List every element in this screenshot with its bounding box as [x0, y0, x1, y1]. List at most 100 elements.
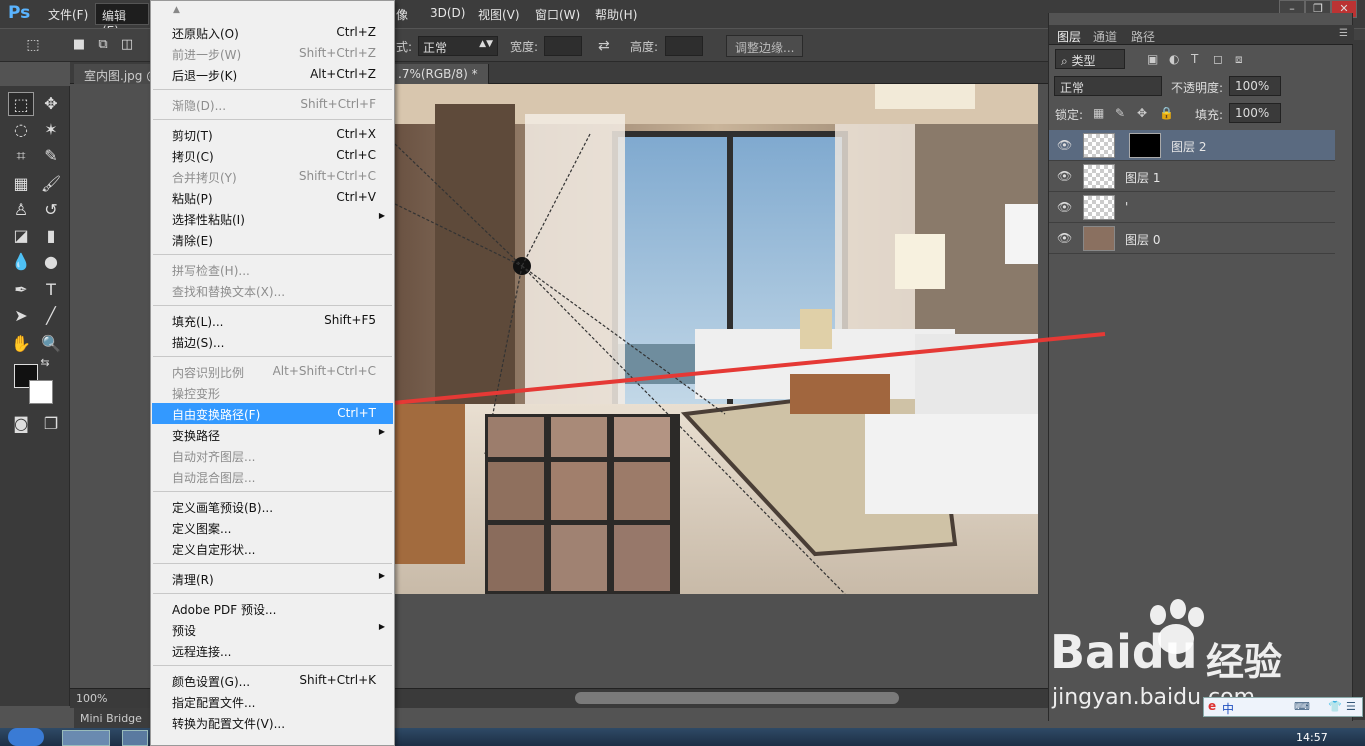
swap-colors-icon[interactable]: ⇆ — [38, 356, 52, 370]
filter-type-icon[interactable]: T — [1191, 52, 1198, 66]
panel-menu-icon[interactable]: ☰ — [1339, 28, 1348, 39]
menu-item[interactable]: 定义图案... — [152, 517, 393, 538]
lasso-tool-icon[interactable]: ◌ — [8, 118, 34, 142]
opacity-field[interactable]: 100% — [1229, 76, 1281, 96]
fill-field[interactable]: 100% — [1229, 103, 1281, 123]
ime-keyboard-icon[interactable]: ⌨ — [1294, 700, 1310, 713]
refine-edge-button[interactable]: 调整边缘... — [726, 35, 804, 57]
hand-tool-icon[interactable]: ✋ — [8, 332, 34, 356]
visibility-eye-icon[interactable]: 👁 — [1057, 169, 1072, 183]
tab-channels[interactable]: 通道 — [1093, 28, 1117, 45]
taskbar-explorer-icon[interactable] — [62, 730, 110, 746]
scroll-up-icon[interactable]: ▲ — [173, 5, 180, 15]
menu-edit[interactable]: 编辑(E) — [95, 3, 149, 38]
clone-stamp-icon[interactable]: ♙ — [8, 198, 34, 222]
layer-row[interactable]: 👁 图层 0 — [1049, 223, 1335, 254]
height-field[interactable] — [665, 36, 703, 56]
menu-file[interactable]: 文件(F) — [48, 6, 88, 23]
move-tool-icon[interactable]: ✥ — [38, 92, 64, 116]
filter-shape-icon[interactable]: ◻ — [1213, 52, 1223, 66]
menu-item[interactable]: 定义画笔预设(B)... — [152, 496, 393, 517]
visibility-eye-icon[interactable]: 👁 — [1057, 138, 1072, 152]
magic-wand-icon[interactable]: ✶ — [38, 118, 64, 142]
menu-item[interactable]: 选择性粘贴(I) ▶ — [152, 208, 393, 229]
visibility-eye-icon[interactable]: 👁 — [1057, 231, 1072, 245]
menu-item[interactable]: 清除(E) — [152, 229, 393, 250]
marquee-preset-icon[interactable]: ⬚ — [20, 33, 46, 57]
taskbar-browser-icon[interactable] — [122, 730, 148, 746]
menu-item[interactable]: 指定配置文件... — [152, 691, 393, 712]
ime-logo-icon[interactable]: e — [1208, 699, 1216, 713]
zoom-tool-icon[interactable]: 🔍 — [38, 332, 64, 356]
menu-item[interactable]: 后退一步(K) Alt+Ctrl+Z — [152, 64, 393, 85]
menu-item[interactable]: Adobe PDF 预设... — [152, 598, 393, 619]
menu-help[interactable]: 帮助(H) — [595, 6, 637, 23]
brush-tool-icon[interactable]: 🖌 — [38, 172, 64, 196]
blur-tool-icon[interactable]: 💧 — [8, 250, 34, 274]
ime-menu-icon[interactable]: ☰ — [1346, 700, 1356, 713]
zoom-level[interactable]: 100% — [76, 692, 107, 705]
menu-window[interactable]: 窗口(W) — [535, 6, 580, 23]
menu-item[interactable]: 预设 ▶ — [152, 619, 393, 640]
style-select[interactable]: 正常 ▲▼ — [418, 36, 498, 56]
lock-all-icon[interactable]: 🔒 — [1159, 106, 1174, 120]
menu-item[interactable]: 转换为配置文件(V)... — [152, 712, 393, 733]
eraser-tool-icon[interactable]: ◪ — [8, 224, 34, 248]
tab-layers[interactable]: 图层 — [1057, 28, 1081, 45]
menu-item[interactable]: 填充(L)... Shift+F5 — [152, 310, 393, 331]
mini-bridge-tab[interactable]: Mini Bridge — [74, 708, 150, 728]
menu-3d[interactable]: 3D(D) — [430, 6, 465, 20]
marquee-tool-icon[interactable]: ⬚ — [8, 92, 34, 116]
quick-mask-icon[interactable]: ◙ — [8, 412, 34, 436]
new-selection-icon[interactable]: ■ — [66, 33, 92, 57]
menu-item[interactable]: 变换路径 ▶ — [152, 424, 393, 445]
tab-paths[interactable]: 路径 — [1131, 28, 1155, 45]
pen-tool-icon[interactable]: ✒ — [8, 278, 34, 302]
menu-item[interactable]: 自由变换路径(F) Ctrl+T — [152, 403, 393, 424]
menu-item[interactable]: 描边(S)... — [152, 331, 393, 352]
menu-item[interactable]: 还原贴入(O) Ctrl+Z — [152, 22, 393, 43]
subtract-selection-icon[interactable]: ◫ — [114, 33, 140, 57]
menu-view[interactable]: 视图(V) — [478, 6, 520, 23]
menu-item[interactable]: 颜色设置(G)... Shift+Ctrl+K — [152, 670, 393, 691]
menu-image-partial[interactable]: 像 — [396, 6, 408, 23]
menu-item[interactable]: 清理(R) ▶ — [152, 568, 393, 589]
menu-item[interactable]: 粘贴(P) Ctrl+V — [152, 187, 393, 208]
menu-item[interactable]: 剪切(T) Ctrl+X — [152, 124, 393, 145]
background-color-swatch[interactable] — [29, 380, 53, 404]
menu-item[interactable]: 远程连接... — [152, 640, 393, 661]
filter-adjustment-icon[interactable]: ◐ — [1169, 52, 1179, 66]
lock-position-icon[interactable]: ✥ — [1137, 106, 1147, 120]
line-tool-icon[interactable]: ╱ — [38, 304, 64, 328]
visibility-eye-icon[interactable]: 👁 — [1057, 200, 1072, 214]
screen-mode-icon[interactable]: ❐ — [38, 412, 64, 436]
layer-row[interactable]: 👁 图层 1 — [1049, 161, 1335, 192]
type-tool-icon[interactable]: T — [38, 278, 64, 302]
vertical-scrollbar[interactable] — [1353, 40, 1365, 720]
ime-skin-icon[interactable]: 👕 — [1328, 700, 1342, 713]
filter-pixel-icon[interactable]: ▣ — [1147, 52, 1158, 66]
dodge-tool-icon[interactable]: ● — [38, 250, 64, 274]
eyedropper-icon[interactable]: ✎ — [38, 144, 64, 168]
lock-brush-icon[interactable]: ✎ — [1115, 106, 1125, 120]
path-select-icon[interactable]: ➤ — [8, 304, 34, 328]
add-selection-icon[interactable]: ⧉ — [90, 33, 116, 57]
lock-transparent-icon[interactable]: ▦ — [1093, 106, 1104, 120]
crop-tool-icon[interactable]: ⌗ — [8, 144, 34, 168]
start-button-icon[interactable] — [8, 728, 44, 746]
healing-brush-icon[interactable]: ▦ — [8, 172, 34, 196]
width-field[interactable] — [544, 36, 582, 56]
filter-smart-object-icon[interactable]: ⧈ — [1235, 52, 1243, 67]
menu-item[interactable]: 定义自定形状... — [152, 538, 393, 559]
blend-mode-select[interactable]: 正常 — [1054, 76, 1162, 96]
layer-row[interactable]: 👁 图层 2 — [1049, 130, 1335, 161]
filter-kind-select[interactable]: ⌕ 类型 — [1055, 49, 1125, 69]
doc-tab-active[interactable]: .7%(RGB/8) * — [388, 64, 489, 84]
history-brush-icon[interactable]: ↺ — [38, 198, 64, 222]
swap-icon[interactable]: ⇄ — [598, 38, 610, 54]
layer-mask-thumbnail[interactable] — [1129, 133, 1161, 158]
layer-row[interactable]: 👁 ' — [1049, 192, 1335, 223]
gradient-tool-icon[interactable]: ▮ — [38, 224, 64, 248]
horizontal-scrollbar[interactable] — [575, 692, 899, 704]
menu-item[interactable]: 拷贝(C) Ctrl+C — [152, 145, 393, 166]
